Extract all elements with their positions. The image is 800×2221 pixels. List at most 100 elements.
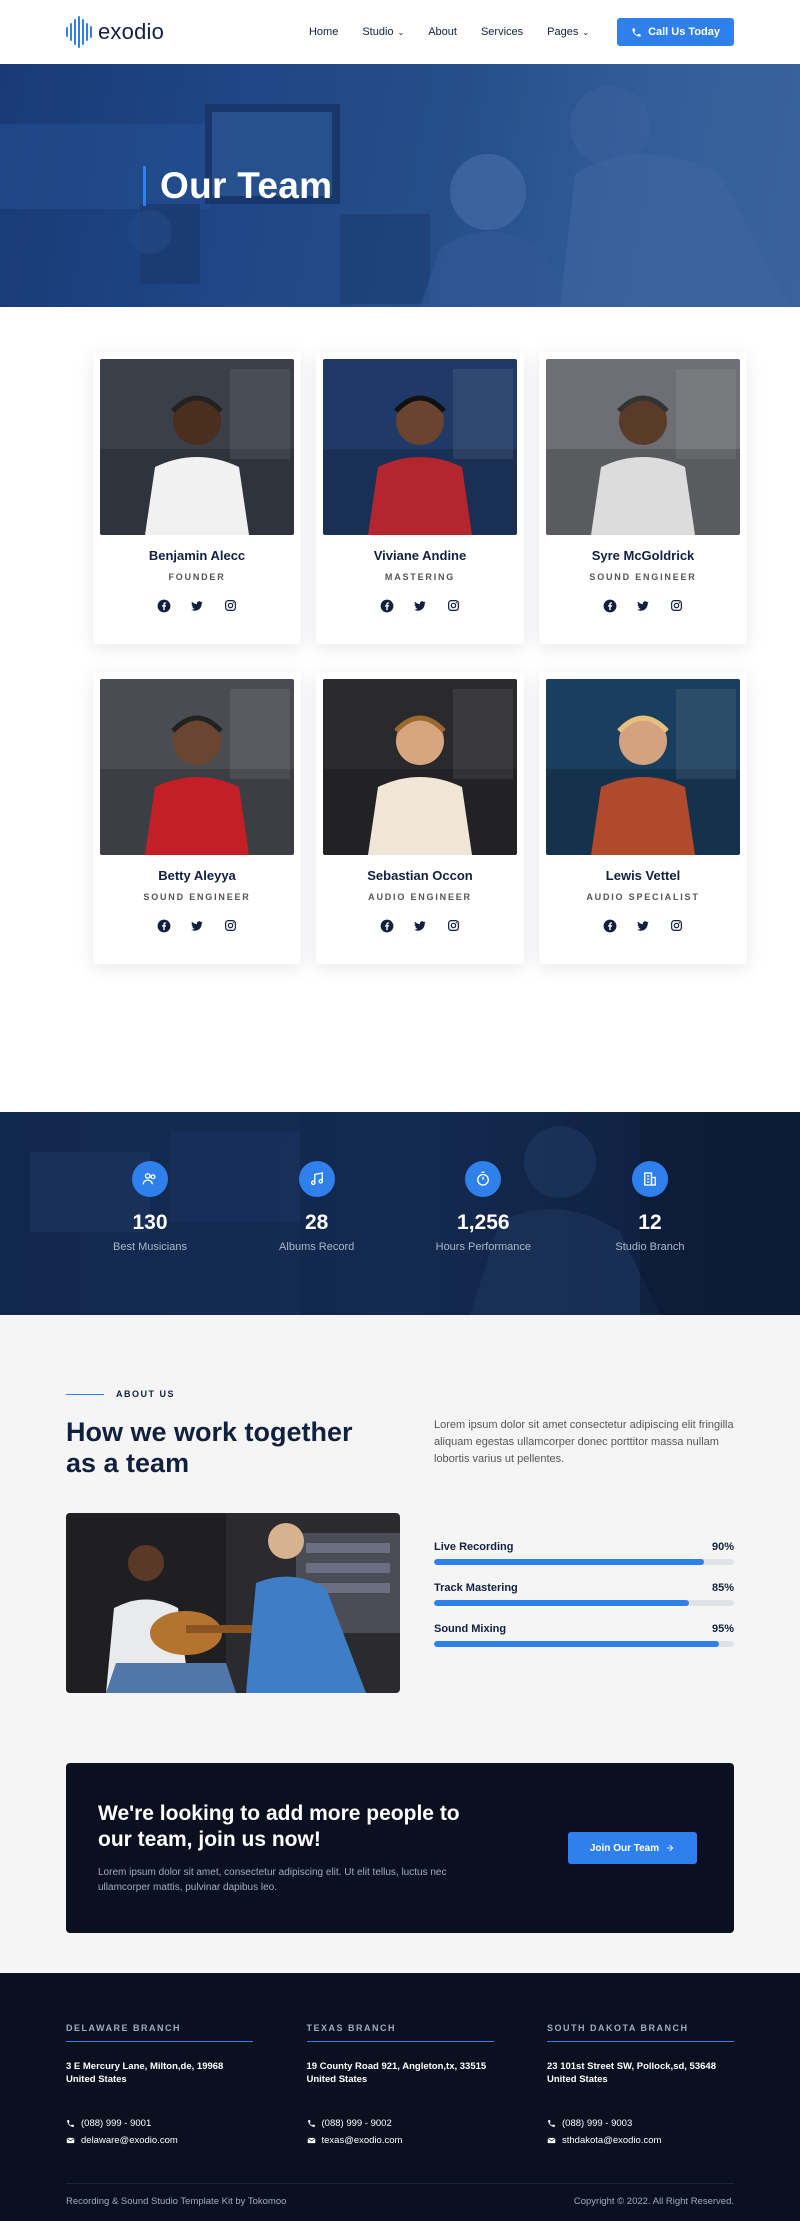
team-member-role: AUDIO ENGINEER <box>368 892 472 902</box>
branch-phone[interactable]: (088) 999 - 9001 <box>66 2118 253 2129</box>
hero-title-wrap: Our Team <box>143 165 332 207</box>
branch-email[interactable]: sthdakota@exodio.com <box>547 2135 734 2146</box>
twitter-icon[interactable] <box>190 918 205 933</box>
team-member-photo <box>323 679 517 855</box>
join-text: Lorem ipsum dolor sit amet, consectetur … <box>98 1867 447 1893</box>
about-section: ABOUT US How we work together as a team … <box>0 1315 800 1973</box>
team-member-name: Viviane Andine <box>373 548 467 563</box>
team-member-name: Benjamin Alecc <box>148 548 246 563</box>
facebook-icon[interactable] <box>603 598 618 613</box>
instagram-icon[interactable] <box>223 598 238 613</box>
logo[interactable]: exodio <box>66 16 164 48</box>
skill-progress-track <box>434 1600 734 1606</box>
nav-item-services[interactable]: Services <box>469 26 535 38</box>
stat-label: Hours Performance <box>435 1241 531 1253</box>
hero-background-image <box>0 64 800 307</box>
branch-address: 3 E Mercury Lane, Milton,de, 19968 Unite… <box>66 2061 224 2085</box>
instagram-icon[interactable] <box>669 598 684 613</box>
skill-label: Track Mastering <box>434 1582 518 1594</box>
footer-bottom: Recording & Sound Studio Template Kit by… <box>66 2183 734 2207</box>
nav-item-home[interactable]: Home <box>297 26 350 38</box>
branch-address: 23 101st Street SW, Pollock,sd, 53648 Un… <box>547 2061 716 2085</box>
hero-banner: Our Team <box>0 64 800 307</box>
social-links <box>380 598 461 613</box>
nav-item-pages[interactable]: Pages ⌄ <box>535 26 601 38</box>
phone-icon <box>548 2120 555 2127</box>
building-icon <box>631 1161 668 1197</box>
eyebrow-line <box>66 1393 104 1395</box>
stat-value: 130 <box>132 1211 168 1234</box>
branch-email[interactable]: texas@exodio.com <box>307 2135 494 2146</box>
stat-value: 28 <box>304 1211 329 1234</box>
nav-item-studio[interactable]: Studio ⌄ <box>350 26 416 38</box>
phone-icon <box>307 2120 315 2127</box>
branches-row: DELAWARE BRANCH 3 E Mercury Lane, Milton… <box>66 2023 734 2146</box>
skill-progress-fill <box>434 1641 719 1647</box>
team-member-name: Sebastian Occon <box>367 868 473 883</box>
join-our-team-button[interactable]: Join Our Team <box>568 1832 697 1864</box>
social-links <box>157 918 238 933</box>
skill-percent: 95% <box>711 1623 734 1635</box>
branch-info: TEXAS BRANCH 19 County Road 921, Angleto… <box>306 2023 494 2146</box>
branch-address: 19 County Road 921, Angleton,tx, 33515 U… <box>306 2061 487 2085</box>
music-note-icon <box>298 1161 335 1197</box>
stat-label: Studio Branch <box>615 1241 685 1253</box>
twitter-icon[interactable] <box>413 918 428 933</box>
envelope-icon <box>547 2137 556 2144</box>
twitter-icon[interactable] <box>413 598 428 613</box>
chevron-down-icon: ⌄ <box>397 27 405 37</box>
arrow-right-icon <box>666 1844 674 1852</box>
nav-item-about[interactable]: About <box>416 26 469 38</box>
about-image <box>66 1513 400 1693</box>
skill-label: Live Recording <box>434 1541 514 1553</box>
facebook-icon[interactable] <box>157 918 172 933</box>
about-text: Lorem ipsum dolor sit amet consectetur a… <box>434 1419 734 1465</box>
social-links <box>380 918 461 933</box>
instagram-icon[interactable] <box>223 918 238 933</box>
skill-progress-fill <box>434 1559 704 1565</box>
branch-info: DELAWARE BRANCH 3 E Mercury Lane, Milton… <box>66 2023 253 2146</box>
stat-item: 28 Albums Record <box>234 1161 400 1253</box>
main-nav: Home Studio ⌄ About Services Pages ⌄ Call … <box>297 18 734 46</box>
page-title: Our Team <box>160 165 333 206</box>
branch-phone[interactable]: (088) 999 - 9002 <box>307 2118 494 2129</box>
instagram-icon[interactable] <box>446 598 461 613</box>
skill-percent: 90% <box>711 1541 734 1553</box>
branch-email[interactable]: delaware@exodio.com <box>66 2135 253 2146</box>
join-banner: We're looking to add more people to our … <box>66 1763 734 1933</box>
facebook-icon[interactable] <box>380 918 395 933</box>
team-member-name: Lewis Vettel <box>605 868 681 883</box>
team-member-photo <box>100 359 294 535</box>
join-heading: We're looking to add more people to our … <box>98 1802 460 1851</box>
facebook-icon[interactable] <box>380 598 395 613</box>
social-links <box>157 598 238 613</box>
twitter-icon[interactable] <box>636 918 651 933</box>
instagram-icon[interactable] <box>446 918 461 933</box>
twitter-icon[interactable] <box>190 598 205 613</box>
branch-title: DELAWARE BRANCH <box>66 2023 253 2042</box>
footer-copyright: Copyright © 2022. All Right Reserved. <box>573 2196 734 2207</box>
skill-progress-track <box>434 1641 734 1647</box>
stopwatch-icon <box>465 1161 502 1197</box>
social-links <box>603 598 684 613</box>
team-member-role: FOUNDER <box>168 572 226 582</box>
skill-item: Sound Mixing 95% <box>434 1623 734 1647</box>
stat-label: Albums Record <box>279 1241 355 1253</box>
team-member-name: Betty Aleyya <box>158 868 236 883</box>
phone-icon <box>632 27 641 37</box>
twitter-icon[interactable] <box>636 598 651 613</box>
facebook-icon[interactable] <box>157 598 172 613</box>
about-eyebrow: ABOUT US <box>66 1389 734 1399</box>
chevron-down-icon: ⌄ <box>582 27 590 37</box>
envelope-icon <box>66 2137 75 2144</box>
branch-phone[interactable]: (088) 999 - 9003 <box>547 2118 734 2129</box>
site-footer: DELAWARE BRANCH 3 E Mercury Lane, Milton… <box>0 1973 800 2221</box>
facebook-icon[interactable] <box>603 918 618 933</box>
stat-item: 12 Studio Branch <box>567 1161 733 1253</box>
team-member-name: Syre McGoldrick <box>591 548 695 563</box>
call-us-button[interactable]: Call Us Today <box>617 18 734 46</box>
branch-title: SOUTH DAKOTA BRANCH <box>547 2023 734 2042</box>
instagram-icon[interactable] <box>669 918 684 933</box>
skill-label: Sound Mixing <box>434 1623 507 1635</box>
skill-item: Track Mastering 85% <box>434 1582 734 1606</box>
